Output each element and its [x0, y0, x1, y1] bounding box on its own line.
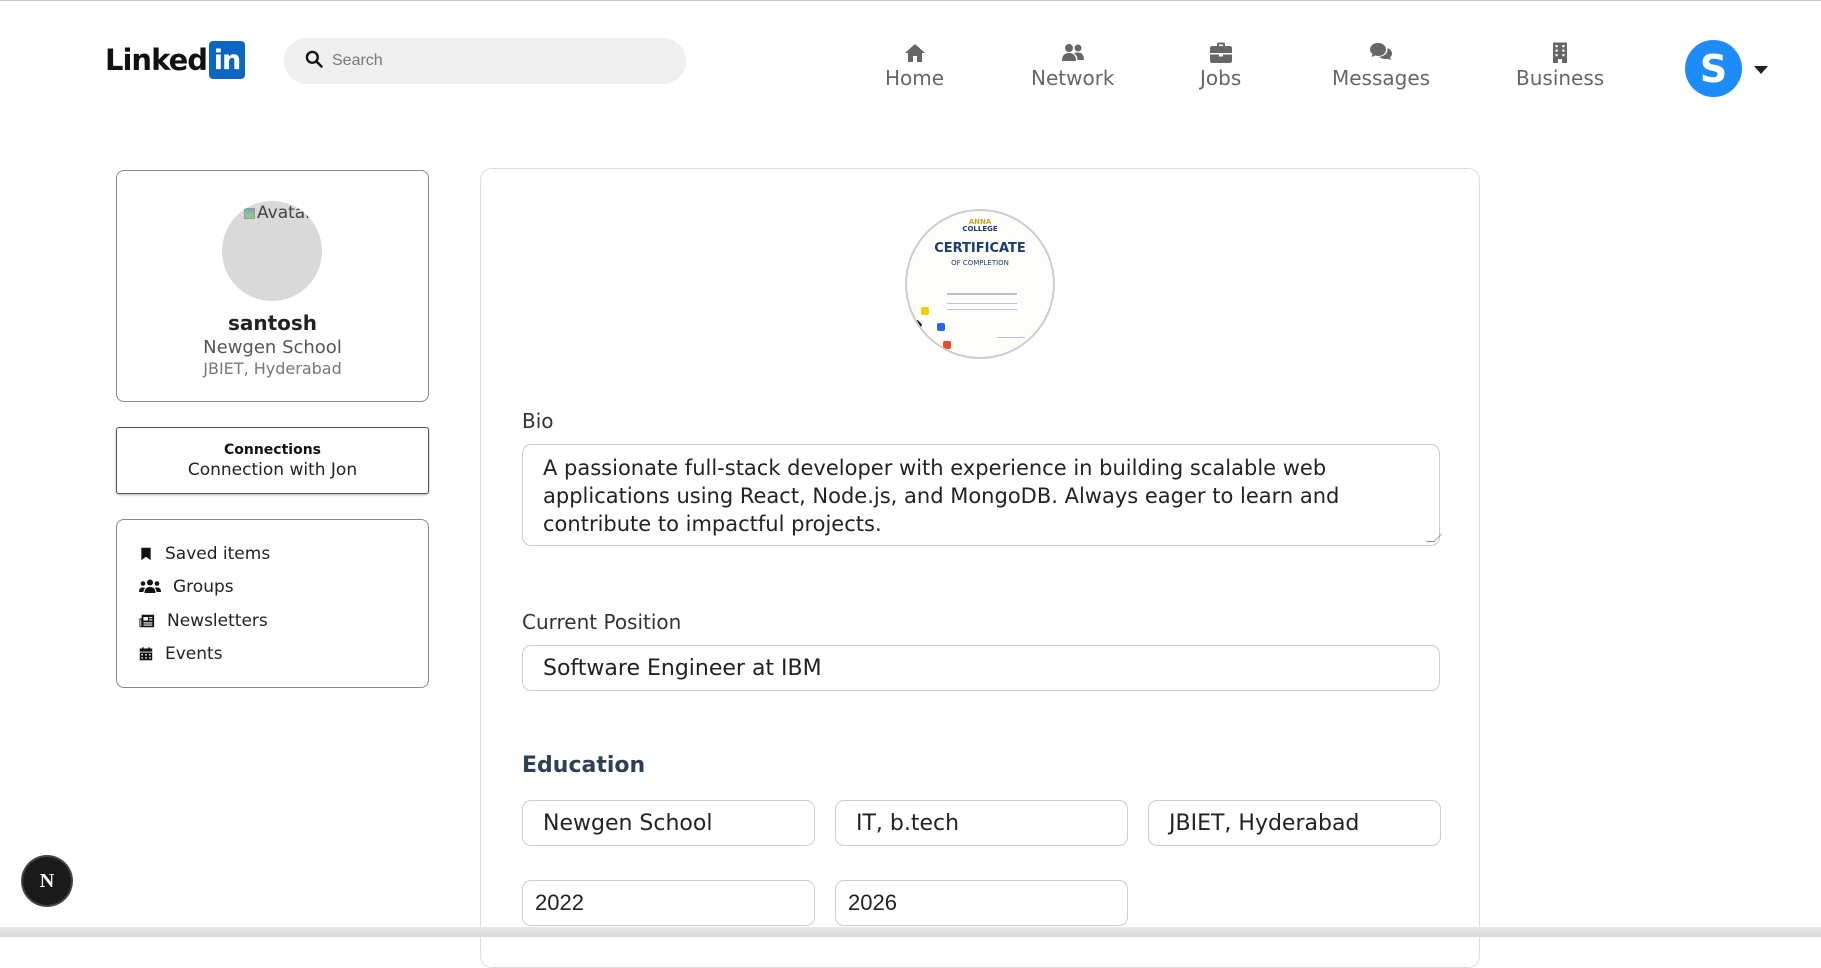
education-start-year-input[interactable]: 2022 — [522, 880, 815, 926]
building-icon — [1553, 42, 1568, 63]
newspaper-icon — [139, 614, 155, 628]
certificate-line — [947, 303, 1017, 304]
home-icon — [904, 44, 925, 62]
link-saved-items-label: Saved items — [165, 544, 271, 564]
shortcuts-card: Saved items Groups Newsletters Events — [116, 519, 429, 688]
nav-business[interactable]: Business — [1516, 42, 1604, 90]
briefcase-icon — [1209, 42, 1232, 63]
profile-location: JBIET, Hyderabad — [203, 359, 342, 378]
search-bar[interactable] — [284, 38, 686, 84]
certificate-title: CERTIFICATE — [934, 241, 1026, 256]
nav-home[interactable]: Home — [885, 42, 944, 90]
education-location-input[interactable]: JBIET, Hyderabad — [1148, 800, 1441, 846]
certificate-line — [947, 293, 1017, 295]
nav-network-label: Network — [1031, 66, 1115, 90]
link-newsletters-label: Newsletters — [167, 611, 268, 631]
education-end-year-input[interactable]: 2026 — [835, 880, 1128, 926]
calendar-icon — [139, 647, 153, 661]
users-icon — [1061, 44, 1084, 61]
bio-textarea[interactable]: A passionate full-stack developer with e… — [522, 444, 1440, 546]
profile-school: Newgen School — [203, 337, 342, 358]
education-school-input[interactable]: Newgen School — [522, 800, 815, 846]
current-position-input[interactable]: Software Engineer at IBM — [522, 645, 1440, 691]
profile-edit-card: ANNA COLLEGE CERTIFICATE OF COMPLETION B… — [480, 168, 1480, 968]
css-badge-icon — [937, 323, 945, 331]
logo-box: in — [209, 41, 245, 79]
link-events-label: Events — [165, 644, 223, 664]
profile-name: santosh — [227, 311, 318, 335]
nav-network[interactable]: Network — [1031, 42, 1115, 90]
html-badge-icon — [943, 341, 951, 349]
nav-messages-label: Messages — [1332, 66, 1431, 90]
linkedin-logo[interactable]: Linked in — [105, 40, 245, 80]
link-events[interactable]: Events — [139, 644, 223, 664]
nav-business-label: Business — [1516, 66, 1605, 90]
profile-card: Avatar santosh Newgen School JBIET, Hyde… — [116, 170, 429, 402]
top-border — [0, 0, 1821, 1]
logo-text: Linked — [105, 43, 208, 77]
connections-subtitle: Connection with Jon — [187, 460, 358, 480]
certificate-image[interactable]: ANNA COLLEGE CERTIFICATE OF COMPLETION — [905, 209, 1055, 359]
user-avatar-button[interactable]: S — [1685, 40, 1742, 97]
link-saved-items[interactable]: Saved items — [139, 544, 270, 564]
nav-home-label: Home — [885, 66, 945, 90]
nav-messages[interactable]: Messages — [1332, 42, 1430, 90]
bookmark-icon — [141, 547, 151, 561]
groups-icon — [139, 579, 161, 593]
chevron-down-icon[interactable] — [1754, 66, 1768, 74]
connections-title: Connections — [223, 442, 322, 458]
search-icon — [304, 49, 324, 73]
current-position-label: Current Position — [522, 610, 682, 634]
connections-card[interactable]: Connections Connection with Jon — [116, 427, 429, 494]
avatar-alt-text: Avatar — [257, 203, 313, 223]
certificate-line — [947, 309, 1017, 310]
search-input[interactable] — [332, 52, 662, 70]
js-badge-icon — [921, 307, 929, 315]
link-newsletters[interactable]: Newsletters — [139, 611, 268, 631]
nav-jobs-label: Jobs — [1200, 66, 1242, 90]
education-degree-input[interactable]: IT, b.tech — [835, 800, 1128, 846]
broken-image-icon — [244, 207, 255, 219]
link-groups[interactable]: Groups — [139, 577, 234, 597]
certificate-subtitle: OF COMPLETION — [951, 259, 1009, 267]
avatar-broken-image: Avatar — [244, 203, 312, 223]
nav-jobs[interactable]: Jobs — [1200, 42, 1241, 90]
comments-icon — [1370, 43, 1393, 60]
certificate-org2: COLLEGE — [962, 225, 998, 233]
link-groups-label: Groups — [173, 577, 234, 597]
certificate-signature — [997, 337, 1025, 338]
bio-label: Bio — [522, 409, 554, 433]
nextjs-dev-badge[interactable]: N — [23, 857, 71, 905]
pen-icon — [911, 319, 923, 331]
taskbar-edge — [0, 927, 1821, 937]
education-title: Education — [522, 753, 646, 778]
avatar: Avatar — [222, 201, 322, 301]
